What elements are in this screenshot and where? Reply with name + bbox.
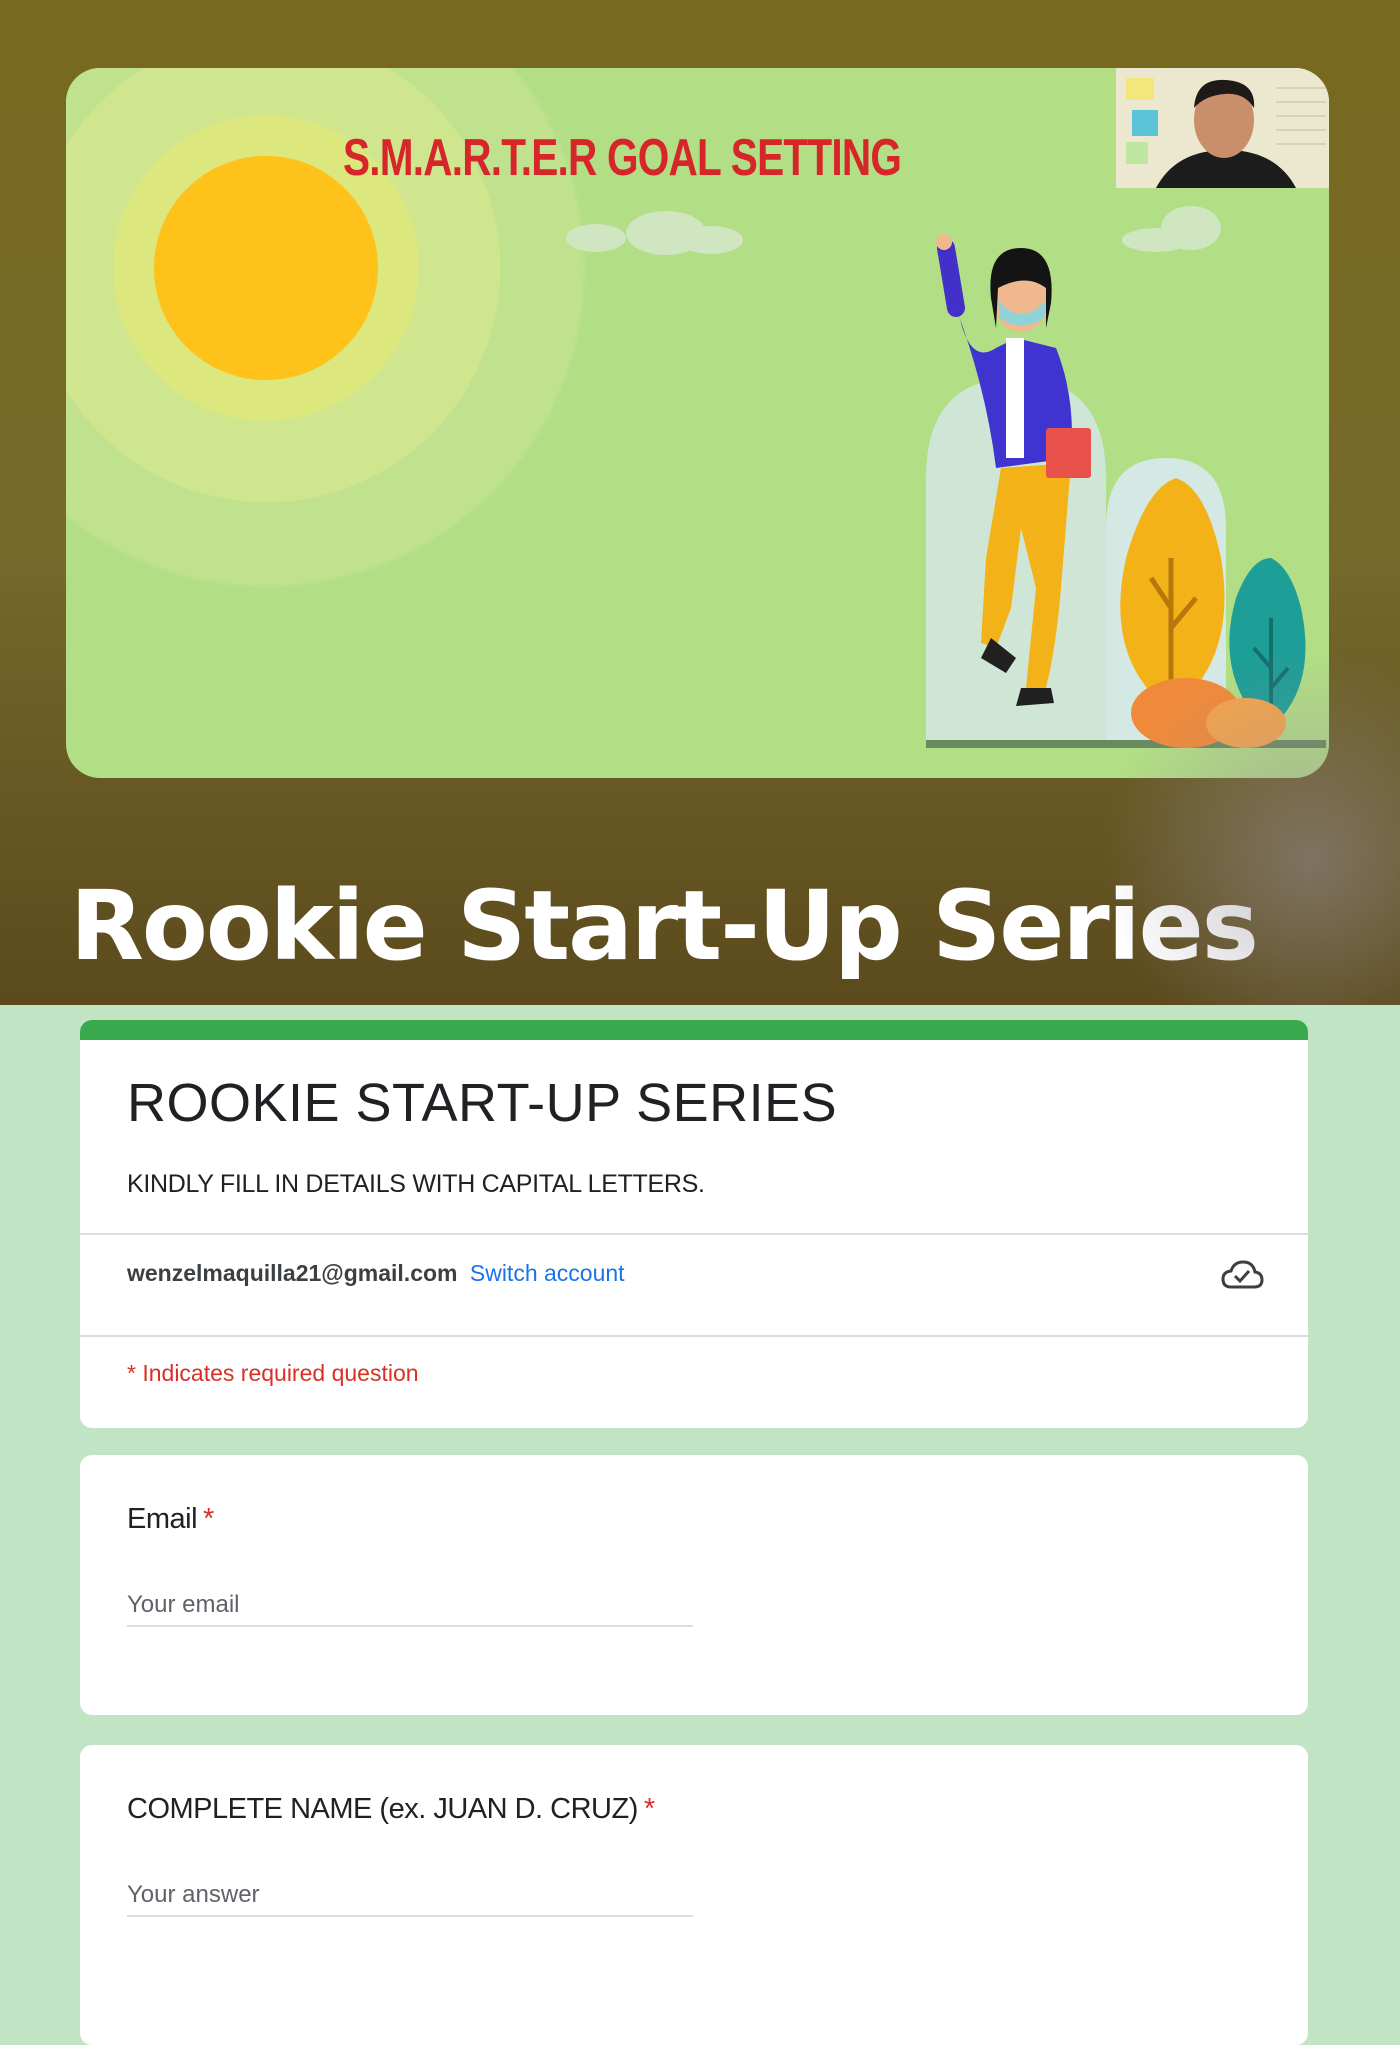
divider xyxy=(80,1233,1308,1235)
question-title: Email xyxy=(127,1503,198,1535)
webcam-thumbnail xyxy=(1116,68,1329,188)
question-card-email: Email * xyxy=(80,1455,1308,1715)
form-header-card: ROOKIE START-UP SERIES KINDLY FILL IN DE… xyxy=(80,1020,1308,1428)
required-question-note: * Indicates required question xyxy=(127,1360,419,1386)
form-banner: S.M.A.R.T.E.R GOAL SETTING Rookie Start-… xyxy=(0,0,1400,1005)
divider xyxy=(80,1335,1308,1337)
switch-account-link[interactable]: Switch account xyxy=(470,1260,625,1286)
account-email: wenzelmaquilla21@gmail.com xyxy=(127,1260,458,1286)
question-card-complete-name: COMPLETE NAME (ex. JUAN D. CRUZ) * xyxy=(80,1745,1308,2045)
question-label-row: COMPLETE NAME (ex. JUAN D. CRUZ) * xyxy=(127,1793,655,1826)
complete-name-input[interactable] xyxy=(127,1875,693,1917)
required-asterisk: * xyxy=(643,1793,655,1825)
cloud-graphic xyxy=(566,211,743,255)
cloud-check-icon[interactable] xyxy=(1220,1258,1264,1292)
form-accent-bar xyxy=(80,1020,1308,1040)
slide-title: S.M.A.R.T.E.R GOAL SETTING xyxy=(343,129,902,187)
series-title: Rookie Start-Up Series xyxy=(70,870,1259,982)
question-title: COMPLETE NAME (ex. JUAN D. CRUZ) xyxy=(127,1793,638,1825)
required-asterisk: * xyxy=(203,1503,214,1535)
question-label-row: Email * xyxy=(127,1503,214,1536)
presentation-slide-image: S.M.A.R.T.E.R GOAL SETTING xyxy=(66,68,1329,778)
form-description: KINDLY FILL IN DETAILS WITH CAPITAL LETT… xyxy=(127,1170,705,1198)
account-row: wenzelmaquilla21@gmail.com Switch accoun… xyxy=(127,1260,625,1287)
person-waving-illustration xyxy=(926,234,1326,748)
form-title: ROOKIE START-UP SERIES xyxy=(127,1073,838,1133)
email-input[interactable] xyxy=(127,1585,693,1627)
